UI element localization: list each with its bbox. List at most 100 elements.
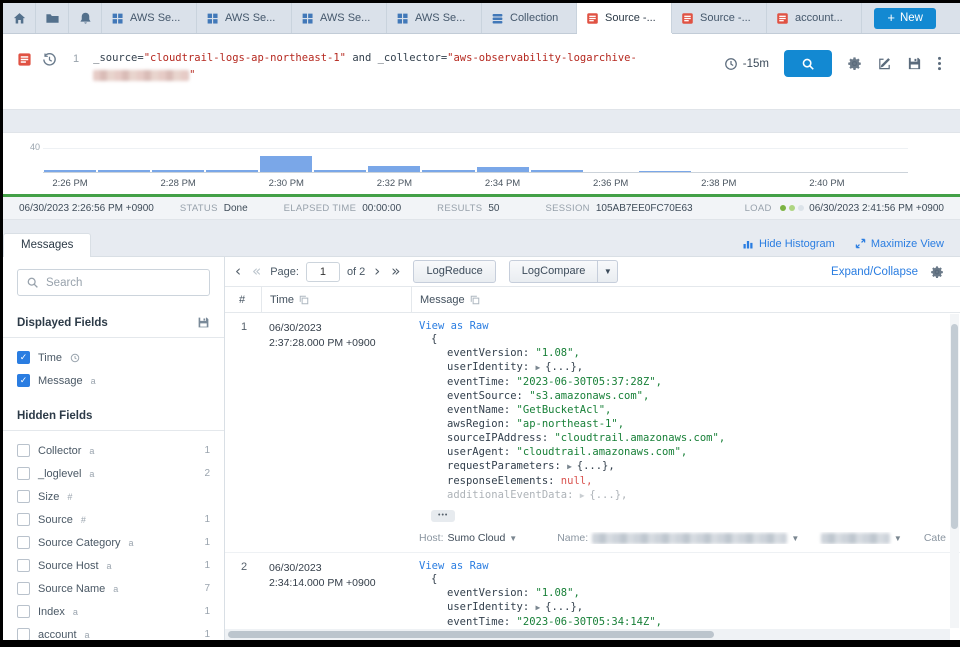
json-line: eventSource: "s3.amazonaws.com", bbox=[419, 389, 950, 403]
expand-object-icon[interactable]: ▶ bbox=[536, 363, 546, 372]
query-history-icon[interactable] bbox=[42, 52, 57, 67]
logcompare-dropdown-icon[interactable]: ▼ bbox=[598, 260, 618, 283]
histogram-x-tick: 2:38 PM bbox=[701, 178, 736, 189]
view-as-raw-link[interactable]: View as Raw bbox=[419, 560, 950, 572]
field-checkbox[interactable] bbox=[17, 536, 30, 549]
histogram-bar[interactable] bbox=[531, 170, 583, 172]
histogram-bar[interactable] bbox=[152, 170, 204, 172]
tab-aws-search-2[interactable]: AWS Se... bbox=[197, 3, 292, 33]
histogram-bar[interactable] bbox=[639, 171, 691, 172]
tab-collection[interactable]: Collection bbox=[482, 3, 577, 33]
logreduce-button[interactable]: LogReduce bbox=[413, 260, 495, 283]
hidden-field-row[interactable]: Source Hosta1 bbox=[3, 554, 224, 577]
settings-gear-icon[interactable] bbox=[847, 56, 862, 71]
save-fields-icon[interactable] bbox=[197, 316, 210, 329]
field-type-icon: a bbox=[89, 469, 94, 479]
host-value: Sumo Cloud bbox=[448, 532, 506, 544]
expand-object-icon[interactable]: ▶ bbox=[567, 462, 577, 471]
histogram-bar[interactable] bbox=[260, 156, 312, 172]
expand-object-icon[interactable]: ▶ bbox=[580, 491, 590, 500]
hidden-field-row[interactable]: Source#1 bbox=[3, 508, 224, 531]
time-range-selector[interactable]: -15m bbox=[724, 57, 769, 71]
page-number-input[interactable] bbox=[306, 262, 340, 282]
field-checkbox[interactable]: ✓ bbox=[17, 374, 30, 387]
hidden-field-row[interactable]: Indexa1 bbox=[3, 600, 224, 623]
field-checkbox[interactable] bbox=[17, 444, 30, 457]
expand-collapse-link[interactable]: Expand/Collapse bbox=[831, 266, 918, 278]
chevron-down-icon[interactable]: ▼ bbox=[509, 534, 517, 543]
row-index: 2 bbox=[225, 553, 261, 640]
column-header-message[interactable]: Message bbox=[411, 287, 960, 312]
message-row[interactable]: 2 06/30/2023 2:34:14.000 PM +0900 View a… bbox=[225, 553, 960, 640]
show-more-button[interactable]: ••• bbox=[431, 510, 455, 522]
column-header-time[interactable]: Time bbox=[261, 287, 411, 312]
more-options-icon[interactable] bbox=[937, 56, 942, 71]
collection-icon bbox=[491, 12, 504, 25]
fields-search-input[interactable] bbox=[46, 277, 201, 289]
messages-tab[interactable]: Messages bbox=[3, 233, 91, 257]
message-row[interactable]: 1 06/30/2023 2:37:28.000 PM +0900 View a… bbox=[225, 313, 960, 553]
library-button[interactable] bbox=[36, 3, 69, 33]
tab-account[interactable]: account... bbox=[767, 3, 862, 33]
displayed-field-time[interactable]: ✓ Time bbox=[3, 346, 224, 369]
histogram-bar[interactable] bbox=[314, 170, 366, 172]
hide-histogram-link[interactable]: Hide Histogram bbox=[742, 238, 835, 250]
histogram-bar[interactable] bbox=[368, 166, 420, 172]
field-checkbox[interactable] bbox=[17, 513, 30, 526]
displayed-field-message[interactable]: ✓ Message a bbox=[3, 369, 224, 392]
tab-label: account... bbox=[795, 12, 843, 24]
expand-object-icon[interactable]: ▶ bbox=[536, 603, 546, 612]
copy-icon[interactable] bbox=[470, 295, 480, 305]
histogram-bar[interactable] bbox=[206, 170, 258, 172]
new-button[interactable]: + New bbox=[874, 8, 936, 29]
tab-aws-search-4[interactable]: AWS Se... bbox=[387, 3, 482, 33]
logcompare-button[interactable]: LogCompare bbox=[509, 260, 599, 283]
share-edit-icon[interactable] bbox=[877, 56, 892, 71]
json-line: eventName: "GetBucketAcl", bbox=[419, 403, 950, 417]
next-page-icon[interactable]: › bbox=[372, 264, 382, 279]
column-header-index[interactable]: # bbox=[225, 294, 261, 306]
horizontal-scrollbar-thumb[interactable] bbox=[228, 631, 714, 638]
field-checkbox[interactable] bbox=[17, 582, 30, 595]
chevron-down-icon[interactable]: ▼ bbox=[791, 534, 799, 543]
field-checkbox[interactable] bbox=[17, 628, 30, 640]
notifications-button[interactable] bbox=[69, 3, 102, 33]
maximize-view-label: Maximize View bbox=[871, 238, 944, 250]
field-checkbox[interactable] bbox=[17, 559, 30, 572]
search-button[interactable] bbox=[784, 50, 832, 77]
histogram-bar[interactable] bbox=[98, 170, 150, 172]
first-page-icon[interactable]: « bbox=[250, 264, 263, 279]
vertical-scrollbar-thumb[interactable] bbox=[951, 324, 958, 529]
vertical-scrollbar[interactable] bbox=[950, 314, 959, 628]
histogram-bar[interactable] bbox=[422, 170, 474, 172]
home-button[interactable] bbox=[3, 3, 36, 33]
chevron-down-icon[interactable]: ▼ bbox=[894, 534, 902, 543]
hidden-field-row[interactable]: Size# bbox=[3, 485, 224, 508]
field-checkbox[interactable] bbox=[17, 467, 30, 480]
field-checkbox[interactable] bbox=[17, 605, 30, 618]
tab-source-active[interactable]: Source -... bbox=[577, 3, 672, 33]
json-line: userIdentity: ▶ {...}, bbox=[419, 600, 950, 615]
fields-search-box[interactable] bbox=[17, 269, 210, 296]
hidden-field-row[interactable]: Collectora1 bbox=[3, 439, 224, 462]
save-icon[interactable] bbox=[907, 56, 922, 71]
histogram-bar[interactable] bbox=[44, 170, 96, 172]
hidden-field-row[interactable]: Source Namea7 bbox=[3, 577, 224, 600]
hidden-field-row[interactable]: Source Categorya1 bbox=[3, 531, 224, 554]
copy-icon[interactable] bbox=[299, 295, 309, 305]
tab-aws-search-1[interactable]: AWS Se... bbox=[102, 3, 197, 33]
hidden-field-row[interactable]: _loglevela2 bbox=[3, 462, 224, 485]
field-checkbox[interactable]: ✓ bbox=[17, 351, 30, 364]
query-input[interactable]: _source="cloudtrail-logs-ap-northeast-1"… bbox=[93, 50, 637, 99]
horizontal-scrollbar[interactable] bbox=[225, 629, 950, 640]
histogram-bar[interactable] bbox=[477, 167, 529, 172]
view-as-raw-link[interactable]: View as Raw bbox=[419, 320, 950, 332]
prev-page-icon[interactable]: ‹ bbox=[233, 264, 243, 279]
hidden-field-row[interactable]: accounta1 bbox=[3, 623, 224, 640]
last-page-icon[interactable]: » bbox=[389, 264, 402, 279]
tab-aws-search-3[interactable]: AWS Se... bbox=[292, 3, 387, 33]
field-checkbox[interactable] bbox=[17, 490, 30, 503]
tab-source-2[interactable]: Source -... bbox=[672, 3, 767, 33]
table-settings-gear-icon[interactable] bbox=[930, 265, 944, 279]
maximize-view-link[interactable]: Maximize View bbox=[855, 238, 944, 250]
